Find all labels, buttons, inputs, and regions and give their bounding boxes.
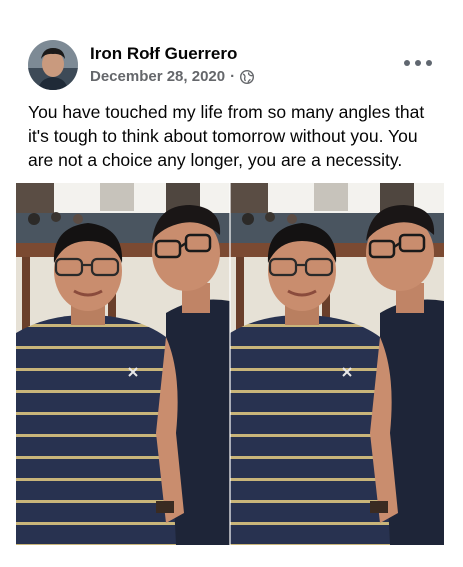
facebook-post: Iron Rołf Guerrero December 28, 2020 · Y…: [0, 0, 463, 567]
post-date[interactable]: December 28, 2020: [90, 68, 225, 85]
photo-right-copy: [228, 183, 444, 545]
meta-separator: ·: [230, 68, 236, 85]
more-options-icon[interactable]: [404, 56, 432, 70]
post-photo[interactable]: [16, 183, 444, 545]
post-meta: December 28, 2020 ·: [90, 68, 255, 85]
photo-left-copy: [16, 183, 232, 545]
author-name[interactable]: Iron Rołf Guerrero: [90, 44, 237, 64]
post-text: You have touched my life from so many an…: [28, 102, 425, 170]
author-avatar[interactable]: [28, 40, 78, 90]
globe-icon: [240, 69, 255, 84]
